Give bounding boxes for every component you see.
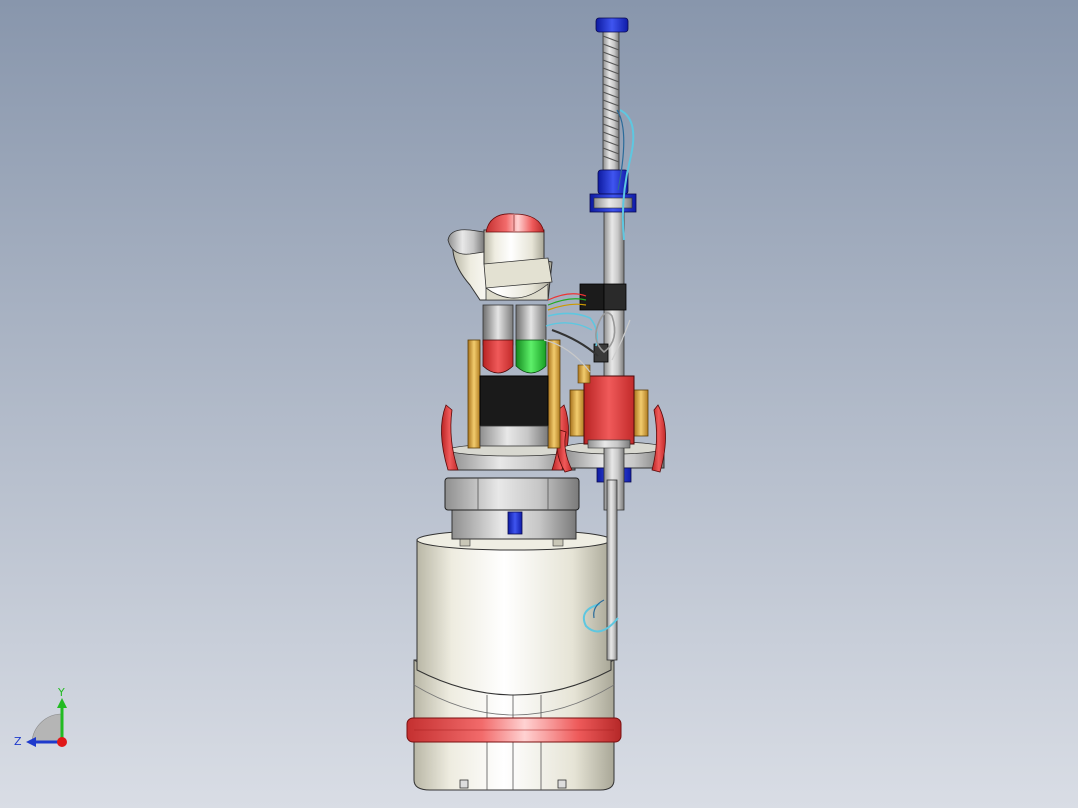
- red-tube[interactable]: [482, 304, 514, 374]
- thread-spring: [602, 29, 620, 171]
- y-axis-arrow-icon: [57, 698, 67, 708]
- x-axis-origin-icon: [57, 737, 67, 747]
- hex-nut-flange[interactable]: [444, 477, 580, 540]
- z-axis-label: Z: [14, 735, 22, 748]
- upper-cylinder[interactable]: [416, 529, 612, 696]
- y-axis-label: Y: [57, 686, 65, 699]
- wrist-joint[interactable]: [447, 229, 553, 301]
- green-tube[interactable]: [515, 304, 547, 374]
- red-band-ring[interactable]: [406, 717, 622, 743]
- red-motor-box[interactable]: [569, 364, 649, 449]
- z-axis-arrow-icon: [26, 737, 36, 747]
- cad-viewport[interactable]: Y Z: [0, 0, 1078, 808]
- robot-assembly-model[interactable]: [0, 0, 1078, 808]
- orientation-triad[interactable]: Y Z: [10, 684, 80, 754]
- cable-clamp[interactable]: [593, 343, 609, 363]
- red-dome-cap[interactable]: [485, 213, 545, 233]
- connector-block[interactable]: [579, 283, 627, 311]
- blue-collar[interactable]: [589, 169, 637, 213]
- triad-arc: [31, 713, 63, 743]
